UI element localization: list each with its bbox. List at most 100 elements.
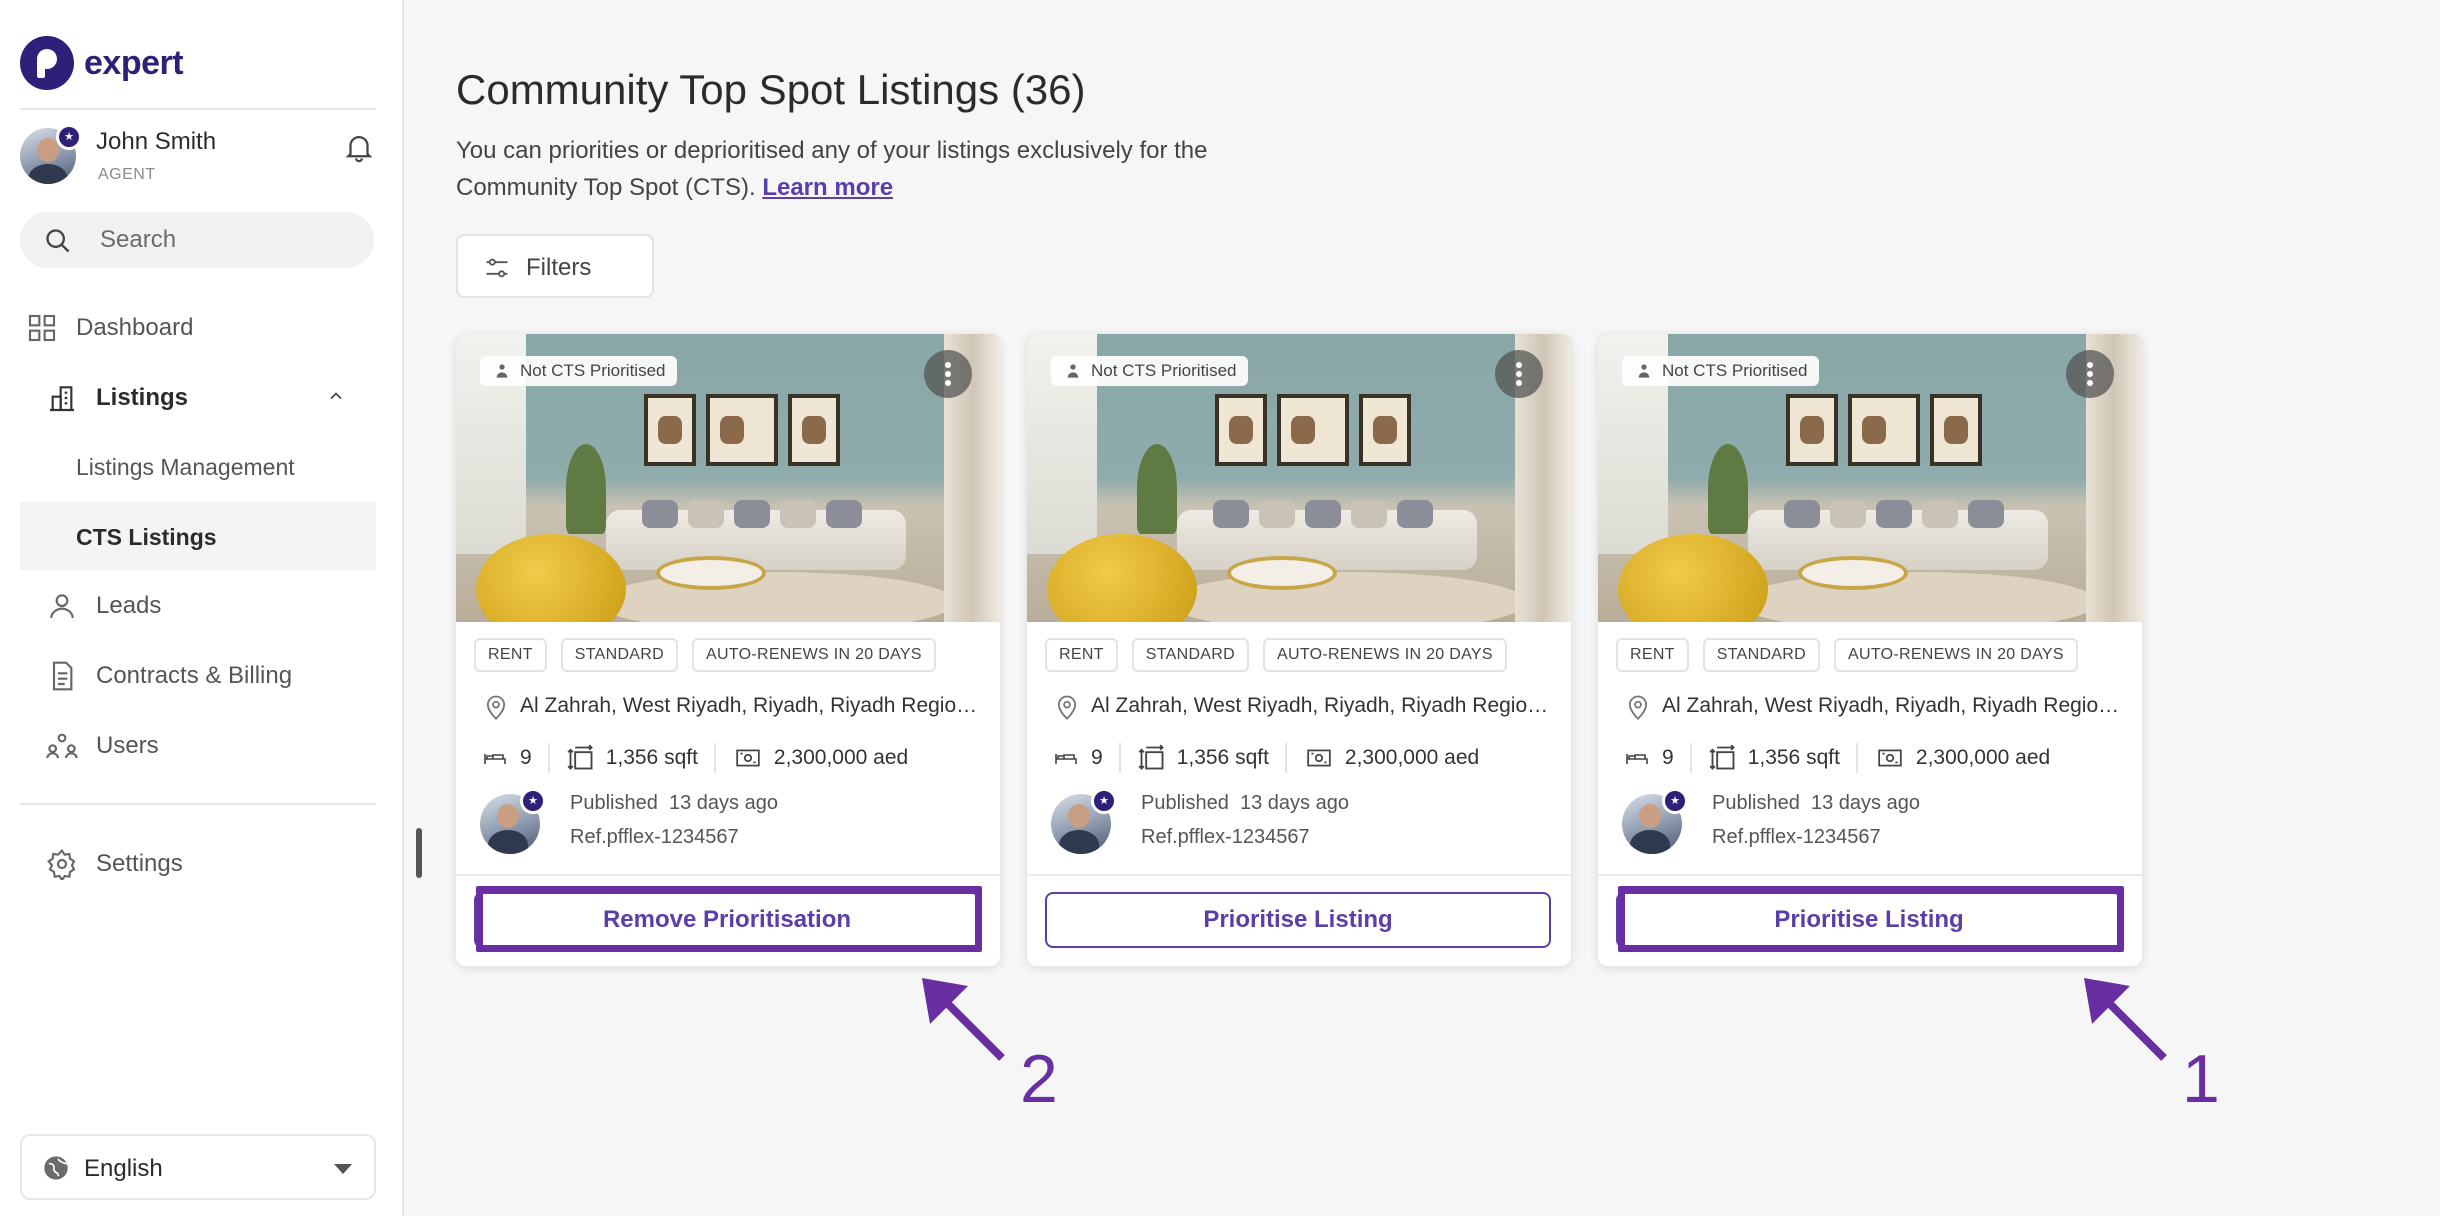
sidebar-item-listings-management[interactable]: Listings Management [20, 432, 376, 500]
search-box [20, 212, 374, 268]
more-options-icon[interactable] [2066, 350, 2114, 398]
price-value: 2,300,000 aed [773, 746, 909, 769]
sidebar-item-dashboard[interactable]: Dashboard [20, 294, 376, 360]
listing-agent: ★ Published 13 days ago Ref.pfflex-12345… [1616, 788, 2126, 858]
annotation-number: 2 [1020, 1041, 1058, 1117]
published-info: Published 13 days ago [1141, 792, 1349, 814]
bedrooms-value: 9 [1091, 746, 1103, 769]
listing-photo[interactable]: Not CTS Prioritised [1027, 334, 1571, 622]
agent-icon [1638, 364, 1650, 378]
area-icon [567, 744, 593, 770]
location-pin-icon [1628, 695, 1648, 720]
remove-prioritisation-button[interactable]: Remove Prioritisation [474, 892, 980, 948]
sidebar-item-contracts-billing[interactable]: Contracts & Billing [20, 642, 376, 708]
sidebar-item-leads[interactable]: Leads [20, 572, 376, 638]
agent-badge-icon: ★ [56, 124, 82, 150]
listing-tag: STANDARD [560, 638, 678, 672]
prioritise-listing-button[interactable]: Prioritise Listing [1045, 892, 1551, 948]
sidebar-item-settings[interactable]: Settings [20, 830, 376, 896]
search-icon [46, 229, 70, 253]
annotation-number: 1 [2182, 1041, 2220, 1117]
location-text: Al Zahrah, West Riyadh, Riyadh, Riyadh R… [520, 694, 984, 717]
more-options-icon[interactable] [924, 350, 972, 398]
listing-location: Al Zahrah, West Riyadh, Riyadh, Riyadh R… [474, 688, 984, 724]
divider [20, 803, 376, 805]
area-value: 1,356 sqft [605, 746, 698, 769]
sidebar-item-users[interactable]: Users [20, 712, 376, 778]
more-options-icon[interactable] [1495, 350, 1543, 398]
listing-card-1[interactable]: Not CTS Prioritised RENT STANDARD AUTO-REN… [456, 334, 1000, 966]
bell-icon[interactable] [342, 130, 376, 164]
price-value: 2,300,000 aed [1344, 746, 1480, 769]
cts-status-badge: Not CTS Prioritised [1051, 356, 1249, 386]
logo-mark-icon [20, 36, 74, 90]
search-input[interactable] [100, 220, 350, 260]
listing-agent: ★ Published 13 days ago Ref.pfflex-12345… [474, 788, 984, 858]
listing-tag: AUTO-RENEWS IN 20 DAYS [1263, 638, 1507, 672]
reference-number: Ref.pfflex-1234567 [1141, 826, 1310, 848]
agent-badge-icon: ★ [1091, 788, 1117, 814]
learn-more-link[interactable]: Learn more [762, 174, 893, 201]
divider [1027, 874, 1571, 876]
chevron-up-icon[interactable] [326, 386, 346, 406]
sidebar-item-label: Contracts & Billing [96, 662, 293, 689]
listing-agent: ★ Published 13 days ago Ref.pfflex-12345… [1045, 788, 1555, 858]
page-title: Community Top Spot Listings (36) [456, 66, 1086, 113]
agent-badge-icon: ★ [1662, 788, 1688, 814]
sliders-icon [486, 258, 508, 278]
sidebar: expert ★ John Smith AGENT Dashboard List… [0, 0, 404, 1216]
bed-icon [1055, 754, 1077, 764]
listing-tag: RENT [1616, 638, 1689, 672]
bed-icon [484, 754, 506, 764]
sidebar-item-label: Dashboard [76, 314, 194, 341]
cts-status-text: Not CTS Prioritised [1662, 361, 1808, 380]
users-icon [46, 733, 78, 759]
listing-tag: AUTO-RENEWS IN 20 DAYS [1834, 638, 2078, 672]
agent-icon [496, 364, 508, 378]
logo[interactable]: expert [20, 36, 184, 90]
listing-tag: RENT [1045, 638, 1118, 672]
location-text: Al Zahrah, West Riyadh, Riyadh, Riyadh R… [1662, 694, 2126, 717]
sidebar-item-listings[interactable]: Listings [20, 364, 376, 430]
sidebar-item-label: Leads [96, 592, 162, 619]
user-profile[interactable]: ★ John Smith AGENT [20, 124, 376, 188]
published-info: Published 13 days ago [1712, 792, 1920, 814]
sidebar-item-label: CTS Listings [76, 524, 217, 550]
sidebar-item-cts-listings[interactable]: CTS Listings [20, 502, 376, 570]
bedrooms-value: 9 [1662, 746, 1674, 769]
location-pin-icon [1057, 695, 1077, 720]
building-icon [50, 386, 74, 412]
price-value: 2,300,000 aed [1915, 746, 2051, 769]
listing-photo[interactable]: Not CTS Prioritised [456, 334, 1000, 622]
agent-badge-icon: ★ [520, 788, 546, 814]
filters-label: Filters [526, 254, 592, 281]
listing-tags: RENT STANDARD AUTO-RENEWS IN 20 DAYS [1616, 638, 2078, 672]
sidebar-resize-handle[interactable] [416, 828, 422, 878]
reference-number: Ref.pfflex-1234567 [570, 826, 739, 848]
bedrooms-value: 9 [520, 746, 532, 769]
published-info: Published 13 days ago [570, 792, 778, 814]
listing-tags: RENT STANDARD AUTO-RENEWS IN 20 DAYS [1045, 638, 1507, 672]
listing-photo[interactable]: Not CTS Prioritised [1598, 334, 2142, 622]
logo-text: expert [84, 43, 184, 82]
sidebar-item-label: Listings [96, 384, 189, 411]
language-label: English [84, 1155, 163, 1182]
language-select[interactable]: English [20, 1134, 376, 1200]
listing-tag: AUTO-RENEWS IN 20 DAYS [692, 638, 936, 672]
document-icon [52, 661, 73, 691]
annotation-arrow [2091, 985, 2167, 1061]
listing-card-2[interactable]: Not CTS Prioritised RENT STANDARD AUTO-REN… [1027, 334, 1571, 966]
agent-icon [1067, 364, 1079, 378]
listing-specs: 9 1,356 sqft 2,300,000 aed [1045, 740, 1495, 776]
divider [20, 108, 376, 110]
listing-location: Al Zahrah, West Riyadh, Riyadh, Riyadh R… [1045, 688, 1555, 724]
cts-status-badge: Not CTS Prioritised [1622, 356, 1820, 386]
listing-card-3[interactable]: Not CTS Prioritised RENT STANDARD AUTO-REN… [1598, 334, 2142, 966]
money-icon [1878, 749, 1902, 767]
page-description: You can priorities or deprioritised any … [456, 132, 1256, 206]
filters-button[interactable]: Filters [456, 234, 654, 298]
prioritise-listing-button[interactable]: Prioritise Listing [1616, 892, 2122, 948]
sidebar-item-label: Settings [96, 850, 183, 877]
person-icon [50, 594, 74, 619]
caret-down-icon [334, 1164, 352, 1174]
